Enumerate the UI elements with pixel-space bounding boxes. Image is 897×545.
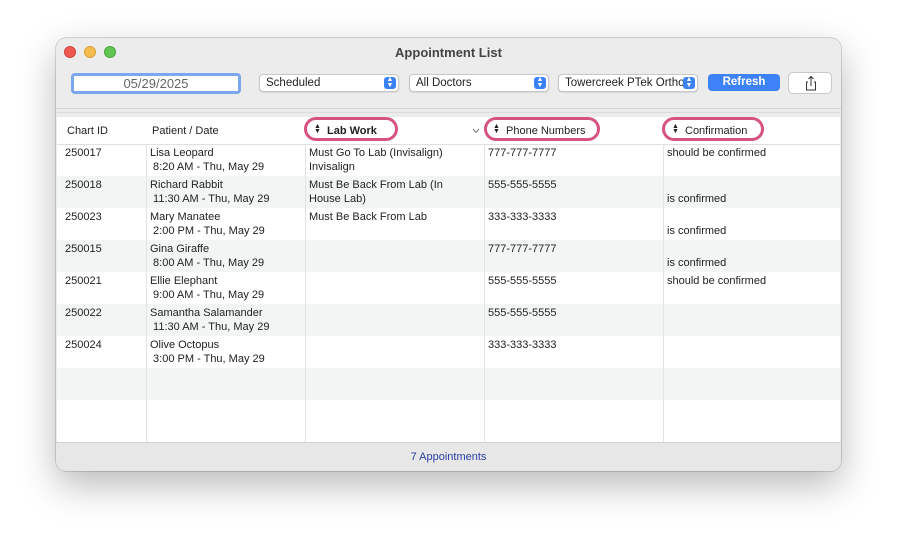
chevron-down-icon[interactable] [472, 128, 480, 134]
table-row[interactable]: 250017 Lisa Leopard 8:20 AM - Thu, May 29… [57, 144, 840, 176]
phone-number-cell: 333-333-3333 [488, 339, 557, 351]
phone-number-cell: 555-555-5555 [488, 179, 557, 191]
patient-name-cell: Samantha Salamander [150, 307, 263, 319]
phone-number-cell: 555-555-5555 [488, 307, 557, 319]
patient-name-cell: Mary Manatee [150, 211, 221, 223]
location-select[interactable]: Towercreek PTek Ortho ▲ ▼ [558, 74, 698, 92]
column-divider [305, 144, 306, 442]
toolbar-divider [56, 108, 841, 109]
chart-id-cell: 250021 [65, 275, 102, 287]
chart-id-cell: 250023 [65, 211, 102, 223]
table-row[interactable]: 250015 Gina Giraffe 8:00 AM - Thu, May 29… [57, 240, 840, 272]
patient-name-cell: Lisa Leopard [150, 147, 214, 159]
location-select-value: Towercreek PTek Ortho [565, 77, 685, 89]
column-divider [146, 144, 147, 442]
header-confirmation[interactable]: Confirmation [685, 125, 747, 137]
chevron-updown-icon: ▲ ▼ [534, 76, 546, 89]
appointment-time-cell: 11:30 AM - Thu, May 29 [150, 193, 270, 205]
lab-work-cell: Must Be Back From Lab [309, 211, 427, 223]
lab-work-cell: Must Be Back From Lab (In House Lab) [309, 179, 443, 205]
appointment-time-cell: 9:00 AM - Thu, May 29 [150, 289, 265, 301]
confirmation-cell: should be confirmed [667, 275, 767, 287]
chart-id-cell: 250015 [65, 243, 102, 255]
appointment-time-cell: 3:00 PM - Thu, May 29 [150, 353, 265, 365]
confirmation-cell: should be confirmed [667, 147, 767, 159]
header-patient-date[interactable]: Patient / Date [152, 125, 219, 137]
chart-id-cell: 250022 [65, 307, 102, 319]
appointment-list-window: Appointment List 05/29/2025 Scheduled ▲ ▼… [56, 38, 841, 471]
phone-number-cell: 777-777-7777 [488, 147, 557, 159]
patient-name-cell: Richard Rabbit [150, 179, 223, 191]
window-title: Appointment List [395, 45, 502, 60]
phone-number-cell: 777-777-7777 [488, 243, 557, 255]
header-chart-id[interactable]: Chart ID [67, 125, 108, 137]
table-row[interactable]: 250018 Richard Rabbit 11:30 AM - Thu, May… [57, 176, 840, 208]
sort-arrows-icon: ▲ ▼ [314, 123, 321, 135]
chevron-updown-icon: ▲ ▼ [683, 76, 695, 89]
patient-name-cell: Ellie Elephant [150, 275, 218, 287]
table-row[interactable]: 250022 Samantha Salamander 11:30 AM - Thu… [57, 304, 840, 336]
sort-arrows-icon: ▲ ▼ [493, 123, 500, 135]
share-icon [806, 75, 816, 91]
sort-arrows-icon: ▲ ▼ [672, 123, 679, 135]
patient-name-cell: Gina Giraffe [150, 243, 210, 255]
phone-number-cell: 555-555-5555 [488, 275, 557, 287]
confirmation-cell: is confirmed [667, 257, 727, 269]
header-lab-work[interactable]: Lab Work [327, 125, 377, 137]
chevron-updown-icon: ▲ ▼ [384, 76, 396, 89]
status-select[interactable]: Scheduled ▲ ▼ [259, 74, 399, 92]
doctor-select[interactable]: All Doctors ▲ ▼ [409, 74, 549, 92]
share-button[interactable] [788, 72, 832, 94]
appointment-count: 7 Appointments [410, 451, 487, 463]
table-row[interactable] [57, 400, 840, 432]
lab-work-cell: Must Go To Lab (Invisalign) Invisalign [309, 147, 443, 173]
header-phone-numbers[interactable]: Phone Numbers [506, 125, 586, 137]
chart-id-cell: 250018 [65, 179, 102, 191]
appointment-time-cell: 2:00 PM - Thu, May 29 [150, 225, 265, 237]
status-select-value: Scheduled [266, 77, 321, 89]
appointment-time-cell: 8:00 AM - Thu, May 29 [150, 257, 265, 269]
phone-number-cell: 333-333-3333 [488, 211, 557, 223]
title-bar: Appointment List [56, 38, 841, 66]
patient-name-cell: Olive Octopus [150, 339, 220, 351]
refresh-button[interactable]: Refresh [708, 74, 780, 91]
table-header: Chart ID Patient / Date ▲ ▼ Lab Work ▲ ▼ P… [57, 117, 840, 145]
doctor-select-value: All Doctors [416, 77, 472, 89]
toolbar-divider [56, 112, 841, 113]
appointment-time-cell: 8:20 AM - Thu, May 29 [150, 161, 265, 173]
chart-id-cell: 250024 [65, 339, 102, 351]
confirmation-cell: is confirmed [667, 193, 727, 205]
confirmation-cell: is confirmed [667, 225, 727, 237]
table-row[interactable] [57, 368, 840, 400]
appointment-time-cell: 11:30 AM - Thu, May 29 [150, 321, 270, 333]
table-row[interactable]: 250024 Olive Octopus 3:00 PM - Thu, May 2… [57, 336, 840, 368]
table-row[interactable]: 250021 Ellie Elephant 9:00 AM - Thu, May … [57, 272, 840, 304]
column-divider [484, 144, 485, 442]
chart-id-cell: 250017 [65, 147, 102, 159]
appointments-table[interactable]: Chart ID Patient / Date ▲ ▼ Lab Work ▲ ▼ P… [57, 117, 840, 442]
table-row[interactable]: 250023 Mary Manatee 2:00 PM - Thu, May 29… [57, 208, 840, 240]
date-field[interactable]: 05/29/2025 [71, 73, 241, 94]
column-divider [663, 144, 664, 442]
status-bar: 7 Appointments [56, 442, 841, 471]
